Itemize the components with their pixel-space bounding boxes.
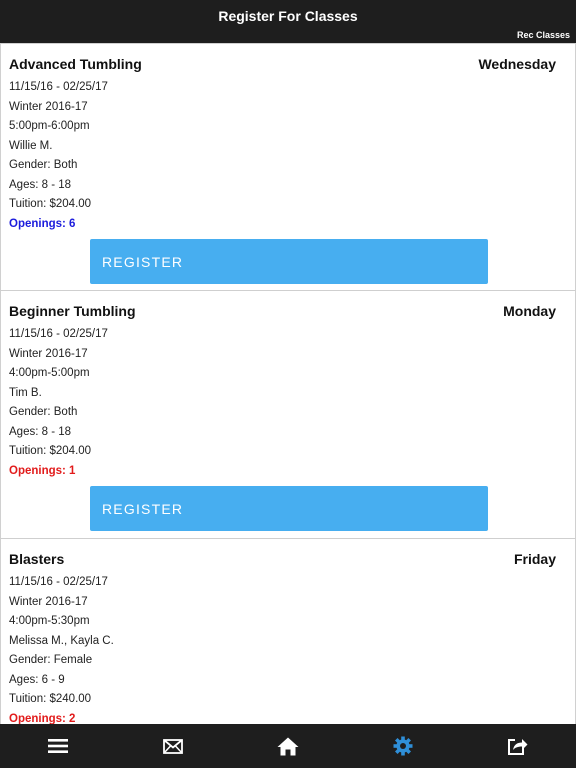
class-tuition: Tuition: $204.00 [9,445,92,457]
tab-share[interactable] [506,735,530,757]
class-gender: Gender: Female [9,654,93,666]
tab-settings[interactable] [391,735,415,757]
class-ages: Ages: 6 - 9 [9,673,65,686]
class-openings: Openings: 6 [9,217,76,230]
header-bar: Register For Classes Rec Classes [0,0,576,43]
class-details: 11/15/16 - 02/25/17 Winter 2016-17 4:00p… [9,573,114,724]
class-dates: 11/15/16 - 02/25/17 [9,81,108,93]
tab-mail[interactable] [161,735,185,757]
class-name: Beginner Tumbling [9,303,136,319]
gear-icon [393,736,413,756]
class-card: Advanced Tumbling Wednesday 11/15/16 - 0… [0,43,576,291]
register-button[interactable]: REGISTER [90,239,488,284]
class-instructor: Melissa M., Kayla C. [9,634,114,647]
class-name: Blasters [9,551,65,567]
class-ages: Ages: 8 - 18 [9,425,72,438]
class-session: Winter 2016-17 [9,347,88,360]
register-button[interactable]: REGISTER [90,486,488,531]
class-details: 11/15/16 - 02/25/17 Winter 2016-17 5:00p… [9,78,108,234]
section-label[interactable]: Rec Classes [517,30,570,40]
class-openings: Openings: 2 [9,712,76,725]
class-tuition: Tuition: $240.00 [9,693,92,705]
class-ages: Ages: 8 - 18 [9,178,72,191]
bottom-tab-bar [0,724,576,768]
class-card: Blasters Friday 11/15/16 - 02/25/17 Wint… [0,539,576,724]
class-tuition: Tuition: $204.00 [9,198,92,210]
class-session: Winter 2016-17 [9,595,88,608]
class-time: 4:00pm-5:30pm [9,615,90,627]
class-name: Advanced Tumbling [9,56,142,72]
app-screen: Register For Classes Rec Classes Advance… [0,0,576,768]
class-day: Wednesday [478,56,556,72]
class-gender: Gender: Both [9,159,78,171]
class-session: Winter 2016-17 [9,100,88,113]
page-title: Register For Classes [218,8,358,24]
class-card: Beginner Tumbling Monday 11/15/16 - 02/2… [0,291,576,539]
menu-icon [48,739,68,753]
class-time: 4:00pm-5:00pm [9,367,90,379]
tab-menu[interactable] [46,735,70,757]
share-icon [508,739,528,755]
class-day: Monday [503,303,556,319]
home-icon [277,737,299,755]
tab-home[interactable] [276,735,300,757]
class-day: Friday [513,551,556,567]
class-instructor: Willie M. [9,139,53,152]
class-dates: 11/15/16 - 02/25/17 [9,328,108,340]
class-gender: Gender: Both [9,406,78,418]
mail-icon [163,738,183,754]
class-instructor: Tim B. [9,386,42,399]
class-list[interactable]: Advanced Tumbling Wednesday 11/15/16 - 0… [0,43,576,724]
class-time: 5:00pm-6:00pm [9,120,90,132]
class-dates: 11/15/16 - 02/25/17 [9,576,108,588]
class-details: 11/15/16 - 02/25/17 Winter 2016-17 4:00p… [9,325,108,481]
class-openings: Openings: 1 [9,464,76,477]
